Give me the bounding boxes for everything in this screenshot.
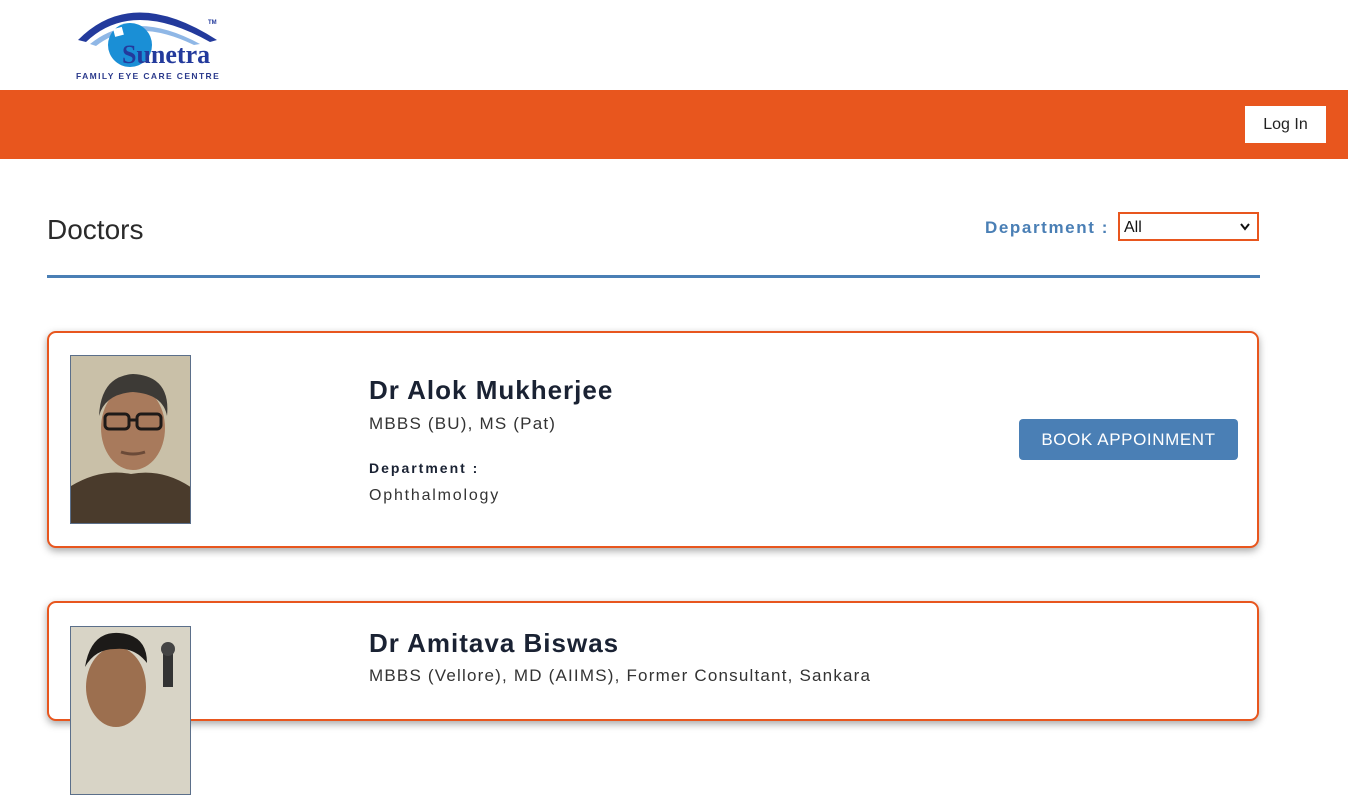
doctor-card: Dr Amitava Biswas MBBS (Vellore), MD (AI…: [47, 601, 1259, 795]
doctor-name: Dr Alok Mukherjee: [369, 375, 614, 405]
doctor-photo: [70, 355, 191, 524]
logo-wordmark: Sunetra: [122, 40, 211, 69]
logo-trademark: TM: [208, 20, 217, 26]
chevron-down-icon: [1239, 214, 1251, 250]
doctor-name: Dr Amitava Biswas: [369, 628, 620, 658]
book-appointment-button[interactable]: BOOK APPOINMENT: [1019, 419, 1238, 460]
nav-bar: Log In: [0, 90, 1348, 159]
doctor-department-label: Department :: [369, 460, 480, 476]
doctor-department: Ophthalmology: [369, 487, 501, 504]
department-select[interactable]: All: [1118, 212, 1259, 241]
doctor-photo: [70, 626, 191, 795]
logo-tagline: FAMILY EYE CARE CENTRE: [76, 71, 221, 81]
department-filter-label: Department :: [985, 218, 1110, 237]
login-button[interactable]: Log In: [1245, 106, 1326, 143]
doctor-card: Dr Alok Mukherjee MBBS (BU), MS (Pat) De…: [47, 331, 1259, 548]
page-title: Doctors: [47, 214, 144, 245]
title-divider: [47, 275, 1260, 278]
doctor-qualification: MBBS (Vellore), MD (AIIMS), Former Consu…: [369, 666, 872, 685]
doctor-qualification: MBBS (BU), MS (Pat): [369, 414, 557, 433]
site-header: TM Sunetra FAMILY EYE CARE CENTRE: [0, 0, 1348, 90]
department-select-value: All: [1124, 219, 1142, 236]
